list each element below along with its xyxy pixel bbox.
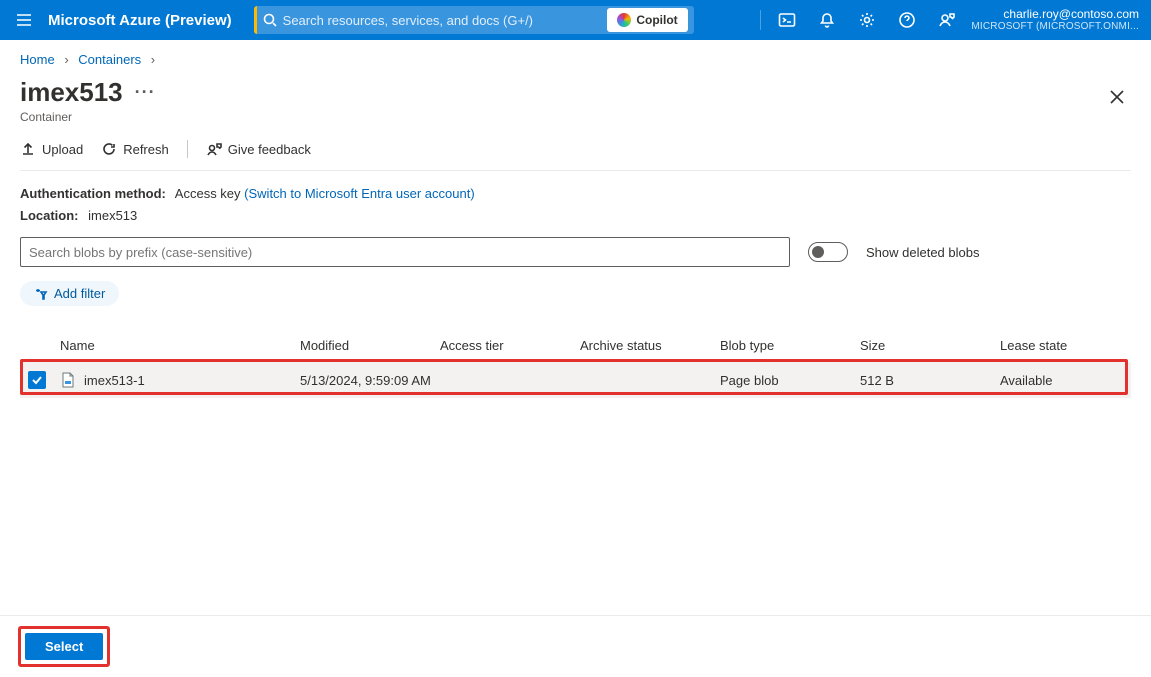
gear-icon <box>858 11 876 29</box>
copilot-label: Copilot <box>636 13 677 27</box>
blob-table: Name Modified Access tier Archive status… <box>20 328 1131 398</box>
feedback-icon-button[interactable] <box>927 0 967 40</box>
row-checkbox[interactable] <box>28 371 46 389</box>
feedback-label: Give feedback <box>228 142 311 157</box>
refresh-button[interactable]: Refresh <box>101 141 169 157</box>
user-email: charlie.roy@contoso.com <box>971 7 1139 21</box>
location-label: Location: <box>20 208 79 223</box>
col-modified[interactable]: Modified <box>300 338 440 353</box>
info-block: Authentication method: Access key (Switc… <box>20 183 1131 227</box>
copilot-icon <box>617 13 631 27</box>
table-row[interactable]: imex513-1 5/13/2024, 9:59:09 AM Page blo… <box>20 362 1131 398</box>
cell-blob-type: Page blob <box>720 373 860 388</box>
auth-method-label: Authentication method: <box>20 186 166 201</box>
select-button[interactable]: Select <box>25 633 103 660</box>
col-size[interactable]: Size <box>860 338 1000 353</box>
highlight-annotation-select: Select <box>18 626 110 667</box>
user-account[interactable]: charlie.roy@contoso.com MICROSOFT (MICRO… <box>971 7 1139 33</box>
cloud-shell-button[interactable] <box>767 0 807 40</box>
command-bar: Upload Refresh Give feedback <box>20 140 1131 171</box>
close-button[interactable] <box>1103 83 1131 111</box>
hamburger-icon <box>15 11 33 29</box>
add-filter-label: Add filter <box>54 286 105 301</box>
upload-label: Upload <box>42 142 83 157</box>
notifications-button[interactable] <box>807 0 847 40</box>
show-deleted-label: Show deleted blobs <box>866 245 979 260</box>
global-search[interactable]: Copilot <box>254 6 694 34</box>
cell-modified: 5/13/2024, 9:59:09 AM <box>300 373 440 388</box>
upload-button[interactable]: Upload <box>20 141 83 157</box>
chevron-right-icon: › <box>64 52 68 67</box>
cell-size: 512 B <box>860 373 1000 388</box>
refresh-label: Refresh <box>123 142 169 157</box>
blob-search-input[interactable] <box>20 237 790 267</box>
bell-icon <box>818 11 836 29</box>
terminal-icon <box>778 11 796 29</box>
give-feedback-button[interactable]: Give feedback <box>206 141 311 157</box>
copilot-button[interactable]: Copilot <box>607 8 687 32</box>
breadcrumb-containers[interactable]: Containers <box>78 52 141 67</box>
file-icon <box>60 372 76 388</box>
auth-method-value: Access key <box>175 186 241 201</box>
add-filter-button[interactable]: Add filter <box>20 281 119 306</box>
breadcrumb-home[interactable]: Home <box>20 52 55 67</box>
footer-bar: Select <box>0 615 1151 677</box>
user-directory: MICROSOFT (MICROSOFT.ONMI... <box>971 21 1139 33</box>
menu-button[interactable] <box>0 11 48 29</box>
page-title: imex513 <box>20 77 123 108</box>
show-deleted-toggle[interactable] <box>808 242 848 262</box>
breadcrumb: Home › Containers › <box>20 52 1131 67</box>
refresh-icon <box>101 141 117 157</box>
col-access-tier[interactable]: Access tier <box>440 338 580 353</box>
col-name[interactable]: Name <box>60 338 300 353</box>
help-button[interactable] <box>887 0 927 40</box>
upload-icon <box>20 141 36 157</box>
col-blob-type[interactable]: Blob type <box>720 338 860 353</box>
search-icon <box>263 13 277 27</box>
filter-icon <box>34 287 48 301</box>
feedback-icon <box>206 141 222 157</box>
check-icon <box>31 374 43 386</box>
more-actions-button[interactable]: ··· <box>135 82 156 103</box>
cell-lease-state: Available <box>1000 373 1130 388</box>
settings-button[interactable] <box>847 0 887 40</box>
brand-label[interactable]: Microsoft Azure (Preview) <box>48 12 232 29</box>
cell-name: imex513-1 <box>84 373 145 388</box>
chevron-right-icon: › <box>151 52 155 67</box>
resource-type-label: Container <box>20 110 156 124</box>
switch-auth-link[interactable]: (Switch to Microsoft Entra user account) <box>244 186 474 201</box>
table-header: Name Modified Access tier Archive status… <box>20 328 1131 362</box>
help-icon <box>898 11 916 29</box>
col-lease-state[interactable]: Lease state <box>1000 338 1130 353</box>
col-archive-status[interactable]: Archive status <box>580 338 720 353</box>
close-icon <box>1109 89 1125 105</box>
location-value: imex513 <box>88 208 137 223</box>
separator <box>187 140 188 158</box>
person-feedback-icon <box>938 11 956 29</box>
top-nav-bar: Microsoft Azure (Preview) Copilot charli… <box>0 0 1151 40</box>
global-search-input[interactable] <box>283 13 608 28</box>
